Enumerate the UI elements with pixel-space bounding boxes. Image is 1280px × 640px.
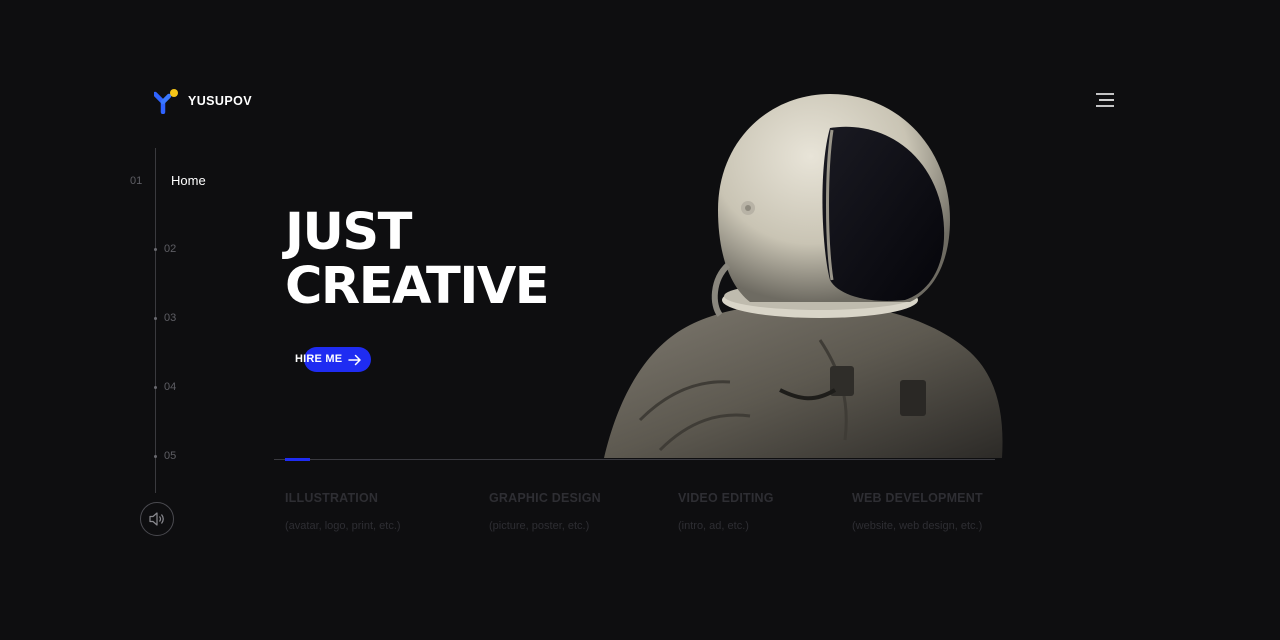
nav-item-number-active: 01 bbox=[130, 175, 143, 187]
hero-title-line-1: JUST bbox=[285, 203, 412, 262]
slide-progress-track bbox=[274, 459, 995, 460]
hero-title-line-2: CREATIVE bbox=[285, 257, 550, 316]
hire-me-label: HIRE ME bbox=[295, 353, 343, 365]
nav-item-label: 05 bbox=[164, 450, 177, 462]
hamburger-menu-icon[interactable] bbox=[1093, 90, 1117, 110]
service-video-editing[interactable]: VIDEO EDITING (intro, ad, etc.) bbox=[678, 491, 774, 532]
nav-dot bbox=[154, 455, 157, 458]
nav-dot bbox=[154, 386, 157, 389]
service-subtitle: (intro, ad, etc.) bbox=[678, 520, 749, 532]
astronaut-image bbox=[600, 90, 1010, 460]
arrow-right-icon bbox=[348, 354, 361, 366]
nav-dot bbox=[154, 317, 157, 320]
hire-me-button[interactable]: HIRE ME bbox=[285, 346, 375, 372]
brand-logo[interactable]: YUSUPOV bbox=[152, 88, 252, 115]
hero-title: JUST CREATIVE bbox=[285, 203, 550, 316]
service-subtitle: (website, web design, etc.) bbox=[852, 520, 983, 532]
service-subtitle: (avatar, logo, print, etc.) bbox=[285, 520, 401, 532]
nav-item-label: 04 bbox=[164, 381, 177, 393]
service-web-development[interactable]: WEB DEVELOPMENT (website, web design, et… bbox=[852, 491, 983, 532]
nav-item-label: 03 bbox=[164, 312, 177, 324]
brand-name: YUSUPOV bbox=[188, 94, 252, 108]
service-subtitle: (picture, poster, etc.) bbox=[489, 520, 590, 532]
nav-item-home[interactable]: Home bbox=[171, 173, 206, 188]
service-title: GRAPHIC DESIGN bbox=[489, 491, 601, 505]
slide-progress-fill bbox=[285, 458, 310, 461]
service-graphic-design[interactable]: GRAPHIC DESIGN (picture, poster, etc.) bbox=[489, 491, 601, 532]
speaker-icon bbox=[149, 512, 164, 526]
service-title: VIDEO EDITING bbox=[678, 491, 774, 505]
service-title: WEB DEVELOPMENT bbox=[852, 491, 983, 505]
side-nav-track bbox=[155, 148, 156, 493]
service-title: ILLUSTRATION bbox=[285, 491, 379, 505]
sound-toggle-button[interactable] bbox=[140, 502, 174, 536]
nav-item-label: 02 bbox=[164, 243, 177, 255]
logo-mark-icon bbox=[152, 88, 180, 115]
service-illustration[interactable]: ILLUSTRATION (avatar, logo, print, etc.) bbox=[285, 491, 401, 532]
nav-dot bbox=[154, 248, 157, 251]
